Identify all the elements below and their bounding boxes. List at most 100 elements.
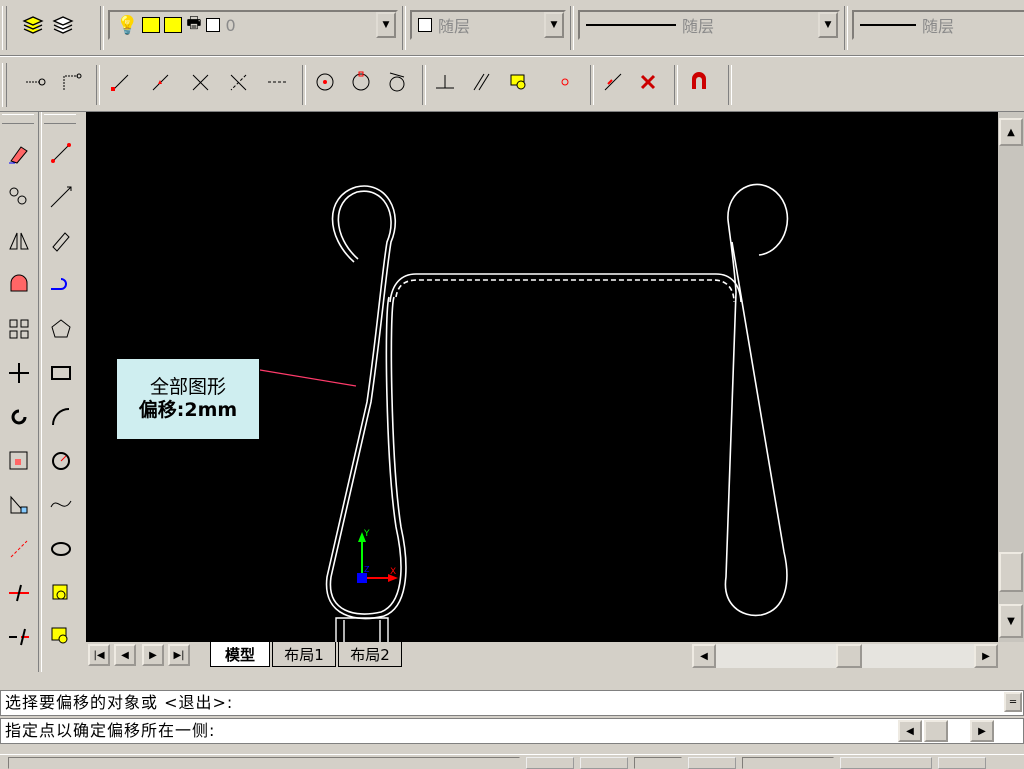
tab-model[interactable]: 模型 [210, 642, 270, 667]
color-combo[interactable]: 随层 ▼ [410, 10, 566, 40]
command-resize-icon[interactable]: ═ [1004, 692, 1022, 712]
circle-icon[interactable] [44, 442, 78, 480]
layout-tab-bar: |◀ ◀ ▶ ▶| 模型 布局1 布局2 ◀ ▶ [86, 642, 1024, 672]
spline-icon[interactable] [44, 486, 78, 524]
scroll-left-icon[interactable]: ◀ [692, 644, 716, 668]
ucs-x-label: X [390, 567, 396, 577]
toolbar-grip[interactable] [2, 63, 7, 107]
bulb-icon[interactable]: 💡 [116, 15, 138, 36]
command-scroll-left-icon[interactable]: ◀ [898, 720, 922, 742]
right-clip [724, 183, 789, 617]
osnap-settings-icon[interactable] [688, 71, 710, 93]
snap-node-icon[interactable] [554, 71, 576, 93]
snap-center-icon[interactable] [314, 71, 336, 93]
status-toggle[interactable] [938, 757, 986, 769]
snap-intersection-icon[interactable] [190, 71, 212, 93]
linetype-sample [586, 24, 676, 26]
status-toggle[interactable] [526, 757, 574, 769]
linetype-combo[interactable]: 随层 ▼ [578, 10, 840, 40]
snap-endpoint-icon[interactable] [110, 71, 132, 93]
insert-block-icon[interactable] [44, 574, 78, 612]
printer-icon[interactable]: 🖶 [186, 12, 201, 39]
annotation-leader [259, 369, 357, 387]
unlock-icon[interactable] [164, 17, 183, 33]
construction-line-icon[interactable] [44, 178, 78, 216]
prev-tab-icon[interactable]: ◀ [114, 644, 136, 666]
extend-icon[interactable] [2, 574, 36, 612]
vertical-scrollbar[interactable]: ▲ ▼ [998, 112, 1024, 642]
snap-nearest-icon[interactable] [602, 71, 624, 93]
tab-layout1[interactable]: 布局1 [272, 642, 336, 667]
status-toggle[interactable] [580, 757, 628, 769]
snap-quadrant-icon[interactable] [350, 71, 372, 93]
snap-from-icon[interactable] [60, 71, 82, 93]
horizontal-scroll-thumb[interactable] [836, 644, 862, 668]
scale-icon[interactable] [2, 442, 36, 480]
status-bar [0, 754, 1024, 769]
layer-color-swatch [205, 18, 220, 32]
snap-parallel-icon[interactable] [470, 71, 492, 93]
arc-icon[interactable] [44, 398, 78, 436]
status-toggle[interactable] [742, 757, 834, 769]
mirror-icon[interactable] [2, 222, 36, 260]
callout-line2: 偏移:2mm [138, 399, 238, 421]
snap-tangent-icon[interactable] [386, 71, 408, 93]
command-history-line: 选择要偏移的对象或 <退出>: [0, 690, 1024, 716]
polygon-icon[interactable] [44, 310, 78, 348]
command-prompt-line[interactable]: 指定点以确定偏移所在一侧: [0, 718, 1024, 744]
stretch-icon[interactable] [2, 486, 36, 524]
modify-toolbar-grip[interactable] [2, 114, 34, 124]
array-icon[interactable] [2, 310, 36, 348]
break-icon[interactable] [2, 618, 36, 656]
ellipse-icon[interactable] [44, 530, 78, 568]
snap-none-icon[interactable] [638, 71, 660, 93]
lineweight-sample [860, 24, 916, 26]
ucs-icon: Y X Z [357, 529, 398, 583]
snap-midpoint-icon[interactable] [150, 71, 172, 93]
command-scroll-thumb[interactable] [924, 720, 948, 742]
chevron-down-icon[interactable]: ▼ [544, 12, 564, 38]
rotate-icon[interactable] [2, 398, 36, 436]
chevron-down-icon[interactable]: ▼ [818, 12, 838, 38]
copy-icon[interactable] [2, 178, 36, 216]
tab-layout2[interactable]: 布局2 [338, 642, 402, 667]
temp-track-icon[interactable] [24, 71, 46, 93]
status-toggle[interactable] [634, 757, 682, 769]
status-toggle[interactable] [688, 757, 736, 769]
layer-previous-icon[interactable] [52, 14, 74, 36]
move-icon[interactable] [2, 354, 36, 392]
scroll-thumb[interactable] [999, 552, 1023, 592]
scroll-right-icon[interactable]: ▶ [974, 644, 998, 668]
erase-icon[interactable] [2, 134, 36, 172]
scroll-down-icon[interactable]: ▼ [999, 604, 1023, 638]
first-tab-icon[interactable]: |◀ [88, 644, 110, 666]
next-tab-icon[interactable]: ▶ [142, 644, 164, 666]
snap-perpendicular-icon[interactable] [434, 71, 456, 93]
draw-toolbar-grip[interactable] [44, 114, 76, 124]
linetype-combo-value: 随层 [682, 17, 715, 36]
left-clip-outer [329, 185, 402, 615]
rectangle-icon[interactable] [44, 354, 78, 392]
layer-combo[interactable]: 💡 🖶 0 ▼ [108, 10, 398, 40]
annotation-callout: 全部图形 偏移:2mm [116, 358, 260, 440]
offset-icon[interactable] [2, 266, 36, 304]
freeze-icon[interactable] [142, 17, 161, 33]
chevron-down-icon[interactable]: ▼ [376, 12, 396, 38]
snap-apparent-intersection-icon[interactable] [228, 71, 250, 93]
make-block-icon[interactable] [44, 618, 78, 656]
command-scroll-right-icon[interactable]: ▶ [970, 720, 994, 742]
status-toggle[interactable] [840, 757, 932, 769]
lineweight-combo[interactable]: 随层 [852, 10, 1024, 40]
polyline-arc-icon[interactable] [44, 266, 78, 304]
toolbar-grip[interactable] [2, 6, 7, 50]
polyline-icon[interactable] [44, 222, 78, 260]
color-swatch [418, 18, 432, 32]
layer-manager-icon[interactable] [22, 14, 44, 36]
trim-icon[interactable] [2, 530, 36, 568]
snap-insert-icon[interactable] [508, 71, 530, 93]
scroll-up-icon[interactable]: ▲ [999, 118, 1023, 146]
last-tab-icon[interactable]: ▶| [168, 644, 190, 666]
snap-extension-icon[interactable] [266, 71, 288, 93]
line-icon[interactable] [44, 134, 78, 172]
top-connector-outer [395, 279, 735, 303]
